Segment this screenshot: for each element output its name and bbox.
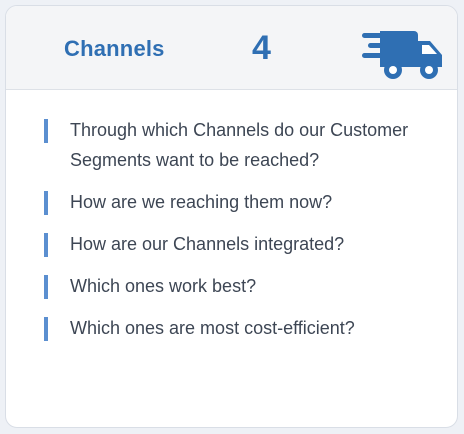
accent-bar (44, 119, 48, 143)
question-list: Through which Channels do our Customer S… (44, 115, 444, 355)
question-text: How are we reaching them now? (70, 192, 333, 212)
list-item: How are we reaching them now? (44, 187, 444, 217)
accent-bar (44, 233, 48, 257)
question-text: Through which Channels do our Customer S… (70, 120, 409, 170)
list-item: Through which Channels do our Customer S… (44, 115, 444, 175)
block-number: 4 (252, 29, 271, 67)
delivery-truck-icon (362, 31, 442, 79)
question-text: Which ones are most cost-efficient? (70, 318, 355, 338)
question-text: Which ones work best? (70, 276, 257, 296)
accent-bar (44, 191, 48, 215)
list-item: Which ones work best? (44, 271, 444, 301)
list-item: Which ones are most cost-efficient? (44, 313, 444, 343)
accent-bar (44, 275, 48, 299)
card-title: Channels (64, 36, 165, 61)
card-header: Channels 4 (6, 6, 457, 90)
channels-card: Channels 4 Through which Channels do our… (5, 5, 458, 428)
list-item: How are our Channels integrated? (44, 229, 444, 259)
accent-bar (44, 317, 48, 341)
question-text: How are our Channels integrated? (70, 234, 345, 254)
